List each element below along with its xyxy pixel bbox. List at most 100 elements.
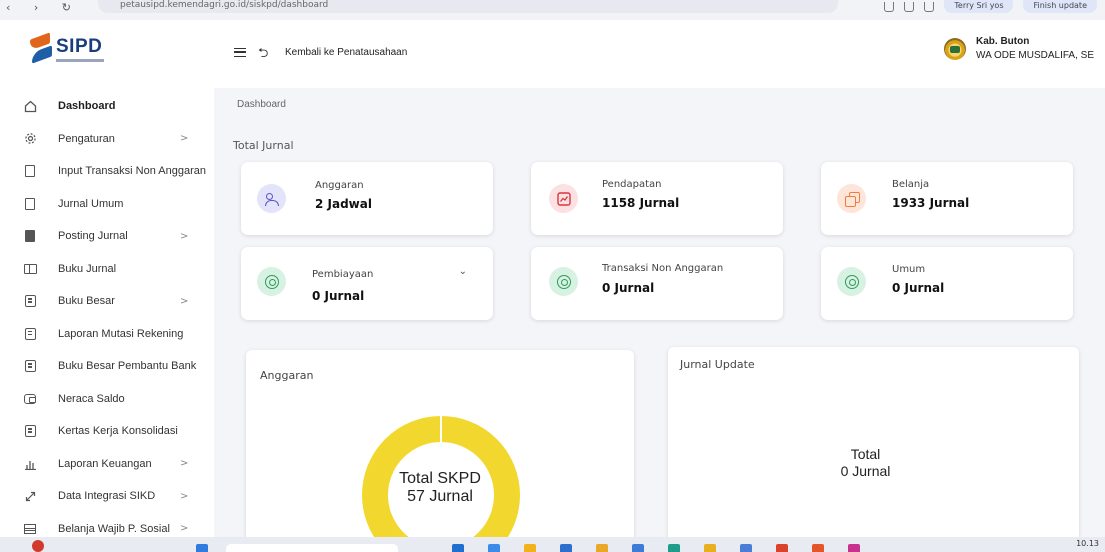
sidebar-item-laporan-mutasi[interactable]: Laporan Mutasi Rekening <box>0 318 214 351</box>
sidebar-item-label: Buku Jurnal <box>58 262 117 275</box>
taskbar-app-icon[interactable] <box>812 544 824 552</box>
address-bar[interactable]: petausipd.kemendagri.go.id/siskpd/dashbo… <box>98 0 838 13</box>
skpd-donut-chart <box>362 416 520 550</box>
sidebar-item-label: Buku Besar Pembantu Bank <box>58 360 197 373</box>
sidebar-item-neraca-saldo[interactable]: Neraca Saldo <box>0 383 214 416</box>
card-label: Pendapatan <box>602 179 662 190</box>
home-icon <box>23 99 37 113</box>
jurnal-update-panel: Jurnal Update Total 0 Jurnal <box>668 347 1079 550</box>
panel-title: Jurnal Update <box>680 358 755 371</box>
card-value: 2 Jadwal <box>315 197 372 211</box>
sidebar-item-buku-besar-pembantu[interactable]: Buku Besar Pembantu Bank <box>0 350 214 383</box>
anggaran-panel: Anggaran Total SKPD 57 Jurnal <box>246 350 634 550</box>
start-icon[interactable] <box>32 540 44 552</box>
logo-tagline <box>56 58 104 62</box>
taskbar-app-icon[interactable] <box>704 544 716 552</box>
sidebar-item-buku-besar[interactable]: Buku Besar > <box>0 285 214 318</box>
card-umum[interactable]: Umum 0 Jurnal <box>821 247 1073 320</box>
card-belanja[interactable]: Belanja 1933 Jurnal <box>821 162 1073 235</box>
taskbar-app-icon[interactable] <box>848 544 860 552</box>
taskbar-app-icon[interactable] <box>452 544 464 552</box>
os-taskbar: 10.13 <box>0 537 1105 552</box>
users-icon <box>257 184 286 213</box>
region-name: Kab. Buton <box>976 36 1030 47</box>
taskbar-app-icon[interactable] <box>776 544 788 552</box>
sidebar-item-laporan-keuangan[interactable]: Laporan Keuangan > <box>0 448 214 481</box>
clock: 10.13 <box>1076 539 1099 548</box>
sipd-logo[interactable]: SIPD <box>30 32 104 64</box>
card-value: 1933 Jurnal <box>892 196 970 210</box>
ledger-icon <box>23 327 37 341</box>
sidebar-item-kertas-kerja[interactable]: Kertas Kerja Konsolidasi <box>0 415 214 448</box>
sidebar-item-buku-jurnal[interactable]: Buku Jurnal <box>0 253 214 286</box>
card-label: Transaksi Non Anggaran <box>602 263 724 274</box>
ledger-icon <box>23 359 37 373</box>
sidebar-item-label: Dashboard <box>58 100 116 113</box>
taskbar-app-icon[interactable] <box>668 544 680 552</box>
ledger-icon <box>23 294 37 308</box>
sidebar-item-label: Laporan Mutasi Rekening <box>58 327 184 340</box>
bookmark-icon[interactable] <box>904 1 915 12</box>
browser-toolbar: ‹ › ↻ petausipd.kemendagri.go.id/siskpd/… <box>0 0 1105 20</box>
link-icon <box>23 489 37 503</box>
card-pembiayaan[interactable]: Pembiayaan 0 Jurnal ⌄ <box>241 247 493 320</box>
chevron-right-icon: > <box>180 230 189 242</box>
card-value: 0 Jurnal <box>892 281 945 295</box>
bar-chart-icon <box>23 457 37 471</box>
sidebar-item-label: Buku Besar <box>58 295 115 308</box>
browser-nav-buttons[interactable]: ‹ › ↻ <box>6 1 81 14</box>
chevron-right-icon: > <box>180 458 189 470</box>
document-icon <box>23 197 37 211</box>
taskbar-app-icon[interactable] <box>560 544 572 552</box>
sidebar-item-posting-jurnal[interactable]: Posting Jurnal > <box>0 220 214 253</box>
tab-icon[interactable] <box>924 1 935 12</box>
top-header: ⮌ Kembali ke Penatausahaan Kab. Buton WA… <box>214 20 1105 88</box>
sidebar-item-data-integrasi[interactable]: Data Integrasi SIKD > <box>0 480 214 513</box>
sidebar-item-label: Data Integrasi SIKD <box>58 490 156 503</box>
taskbar-app-icon[interactable] <box>524 544 536 552</box>
taskbar-app-icon[interactable] <box>596 544 608 552</box>
card-transaksi-non-anggaran[interactable]: Transaksi Non Anggaran 0 Jurnal <box>531 247 783 320</box>
sidebar-item-belanja-wajib[interactable]: Belanja Wajib P. Sosial > <box>0 513 214 538</box>
sidebar-item-jurnal-umum[interactable]: Jurnal Umum <box>0 188 214 221</box>
logo-title: SIPD <box>56 35 103 57</box>
update-pill[interactable]: Finish update <box>1023 0 1097 13</box>
sidebar-item-label: Belanja Wajib P. Sosial <box>58 522 170 535</box>
breadcrumb[interactable]: Dashboard <box>237 99 286 110</box>
total-label: Total <box>850 446 881 462</box>
chevron-right-icon: > <box>180 295 189 307</box>
grid-icon <box>23 522 37 536</box>
support-icon <box>837 267 866 296</box>
chevron-right-icon: > <box>180 523 189 535</box>
ledger-icon <box>23 424 37 438</box>
total-value: 0 Jurnal <box>840 463 891 479</box>
wallet-icon <box>23 392 37 406</box>
chevron-down-icon[interactable]: ⌄ <box>459 266 467 277</box>
card-label: Pembiayaan <box>312 269 374 280</box>
sidebar-item-label: Input Transaksi Non Anggaran <box>58 165 206 178</box>
card-pendapatan[interactable]: Pendapatan 1158 Jurnal <box>531 162 783 235</box>
back-arrow-icon[interactable]: ⮌ <box>258 44 268 66</box>
sidebar-item-pengaturan[interactable]: Pengaturan > <box>0 123 214 156</box>
card-value: 0 Jurnal <box>602 281 655 295</box>
profile-pill[interactable]: Terry Sri yos <box>944 0 1014 13</box>
sidebar-menu: Dashboard Pengaturan > Input Transaksi N… <box>0 90 214 537</box>
taskbar-search[interactable] <box>226 544 398 552</box>
user-name[interactable]: WA ODE MUSDALIFA, SE <box>976 50 1094 61</box>
card-anggaran[interactable]: Anggaran 2 Jadwal <box>241 162 493 235</box>
taskbar-app-icon[interactable] <box>632 544 644 552</box>
sidebar-item-input-transaksi[interactable]: Input Transaksi Non Anggaran <box>0 155 214 188</box>
share-icon[interactable] <box>884 1 895 12</box>
trend-chart-icon <box>549 184 578 213</box>
sidebar-item-dashboard[interactable]: Dashboard <box>0 90 214 123</box>
book-icon <box>23 262 37 276</box>
back-to-penatausahaan-link[interactable]: Kembali ke Penatausahaan <box>285 47 407 58</box>
sidebar-item-label: Laporan Keuangan <box>58 457 152 470</box>
taskbar-app-icon[interactable] <box>740 544 752 552</box>
taskbar-app-icon[interactable] <box>488 544 500 552</box>
menu-toggle-icon[interactable] <box>234 48 246 57</box>
card-label: Anggaran <box>315 180 364 191</box>
support-icon <box>549 267 578 296</box>
taskbar-app-icon[interactable] <box>196 544 208 552</box>
chevron-right-icon: > <box>180 133 189 145</box>
